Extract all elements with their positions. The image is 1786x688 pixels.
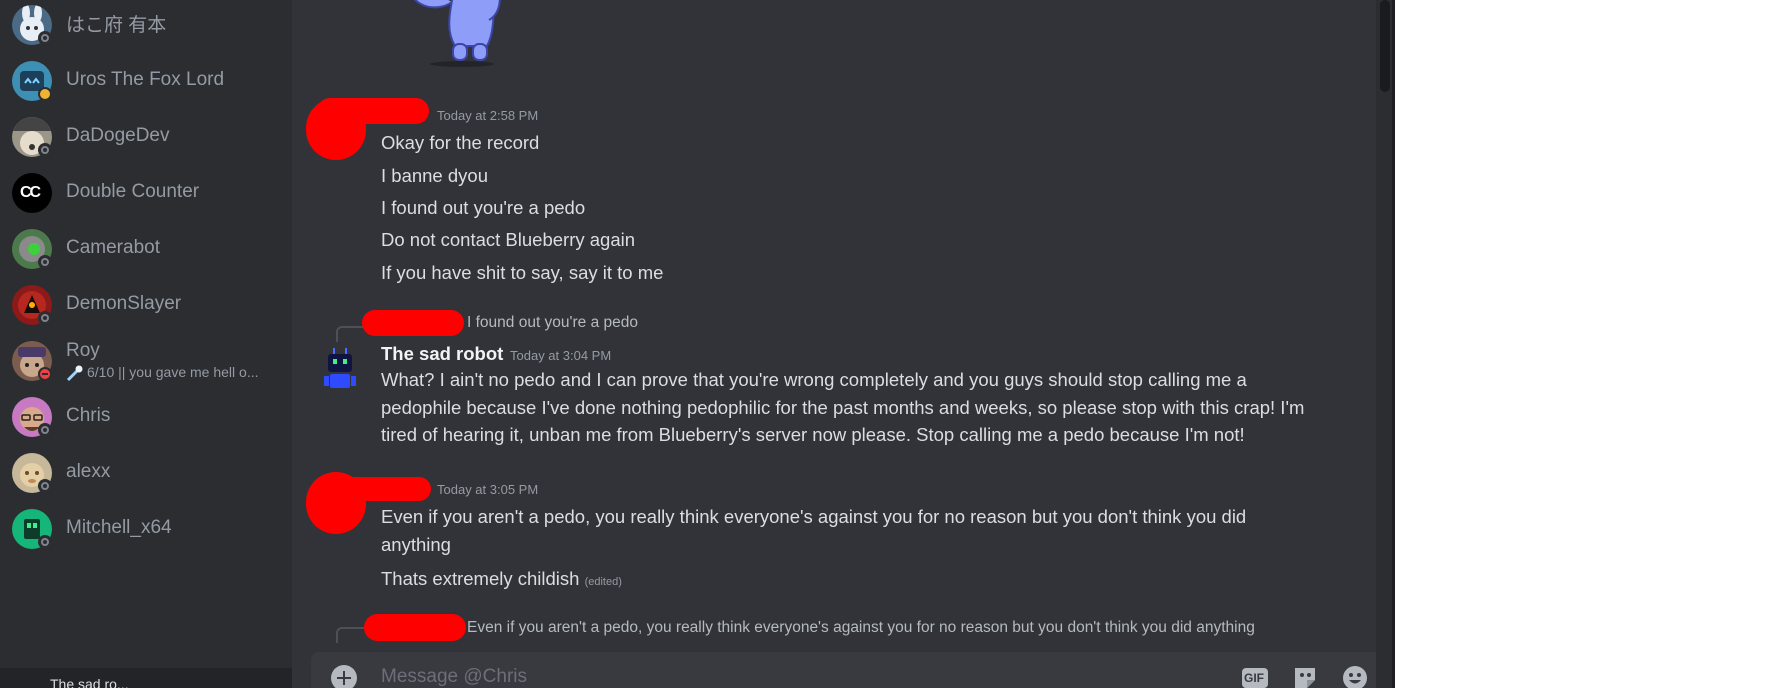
message-line: Okay for the record [381,132,540,153]
message-text: What? I ain't no pedo and I can prove th… [381,369,1305,445]
dm-item-alexx[interactable]: alexx [8,448,284,498]
dm-item-camerabot[interactable]: Camerabot [8,224,284,274]
dm-item-demonslayer[interactable]: DemonSlayer [8,280,284,330]
reply-preview[interactable]: I found out you're a pedo [467,314,638,332]
message-composer: Message @Chris GIF [311,652,1384,688]
wumpus-illustration-icon [414,0,501,67]
attach-plus-icon[interactable] [331,665,357,688]
message-timestamp: Today at 3:05 PM [437,482,539,497]
emoji-icon [1343,666,1367,688]
emoji-button[interactable] [1341,664,1369,688]
window-edge [1392,0,1395,688]
status-idle-icon [38,87,52,101]
message-line: I banne dyou [381,165,488,186]
message-line: Thats extremely childish (edited) [381,568,622,590]
message-line: I found out you're a pedo [381,197,586,218]
redacted-reply-username [364,614,466,641]
double-counter-logo-icon: CC [20,184,41,201]
dm-item-mitchell[interactable]: Mitchell_x64 [8,504,284,554]
gif-icon: GIF [1242,668,1268,688]
dm-name: DaDogeDev [66,125,170,146]
dm-sidebar: はこ府 有本 Uros The Fox Lord DaDogeDev CC Do… [0,0,292,688]
reply-preview[interactable]: Even if you aren't a pedo, you really th… [467,619,1255,637]
dm-name: Roy [66,340,100,361]
dm-name: Chris [66,405,111,426]
user-panel-name: The sad ro... [50,676,129,688]
message-line: Do not contact Blueberry again [381,229,636,250]
avatar: CC [12,173,52,213]
message-list: Today at 2:58 PM Okay for the record I b… [292,0,1376,688]
message-text: Even if you aren't a pedo, you really th… [381,506,1247,555]
sticker-icon [1295,668,1315,688]
status-offline-icon [38,143,52,157]
message-text: Thats extremely childish [381,568,580,589]
redacted-username [317,98,429,124]
dm-name: Uros The Fox Lord [66,69,225,90]
edited-marker: (edited) [584,576,622,588]
dm-item-chris[interactable]: Chris [8,392,284,442]
dm-name: Camerabot [66,237,160,258]
message-timestamp: Today at 2:58 PM [437,108,539,123]
status-offline-icon [38,31,52,45]
sticker-button[interactable] [1291,664,1319,688]
dm-name: Double Counter [66,181,200,202]
message-input[interactable]: Message @Chris [381,666,527,688]
discord-window: はこ府 有本 Uros The Fox Lord DaDogeDev CC Do… [0,0,1392,688]
comet-emoji-icon [66,365,83,382]
dm-name: alexx [66,461,111,482]
dm-name: はこ府 有本 [66,15,167,36]
status-offline-icon [38,423,52,437]
robot-avatar-icon [324,348,356,388]
avatar[interactable] [320,346,360,392]
dm-item-dadogedev[interactable]: DaDogeDev [8,112,284,162]
scrollbar-thumb[interactable] [1380,0,1390,92]
message-line: If you have shit to say, say it to me [381,262,664,283]
dm-item-uros[interactable]: Uros The Fox Lord [8,56,284,106]
message-author[interactable]: The sad robot [381,343,503,365]
message-timestamp: Today at 3:04 PM [510,348,612,363]
dm-name: DemonSlayer [66,293,182,314]
status-offline-icon [38,479,52,493]
gif-label: GIF [1244,671,1264,685]
status-offline-icon [38,311,52,325]
dm-name: Mitchell_x64 [66,517,172,538]
redacted-username [317,477,431,501]
status-offline-icon [38,255,52,269]
redacted-reply-username [362,310,464,336]
gif-button[interactable]: GIF [1241,664,1269,688]
status-dnd-icon [38,367,52,381]
dm-item-hako[interactable]: はこ府 有本 [8,0,284,50]
user-panel[interactable]: The sad ro... [0,668,292,688]
status-offline-icon [38,535,52,549]
dm-item-roy[interactable]: Roy 6/10 || you gave me hell o... [8,336,284,386]
scrollbar-track[interactable] [1376,0,1392,688]
dm-item-double-counter[interactable]: CC Double Counter [8,168,284,218]
dm-activity: 6/10 || you gave me hell o... [87,364,259,380]
